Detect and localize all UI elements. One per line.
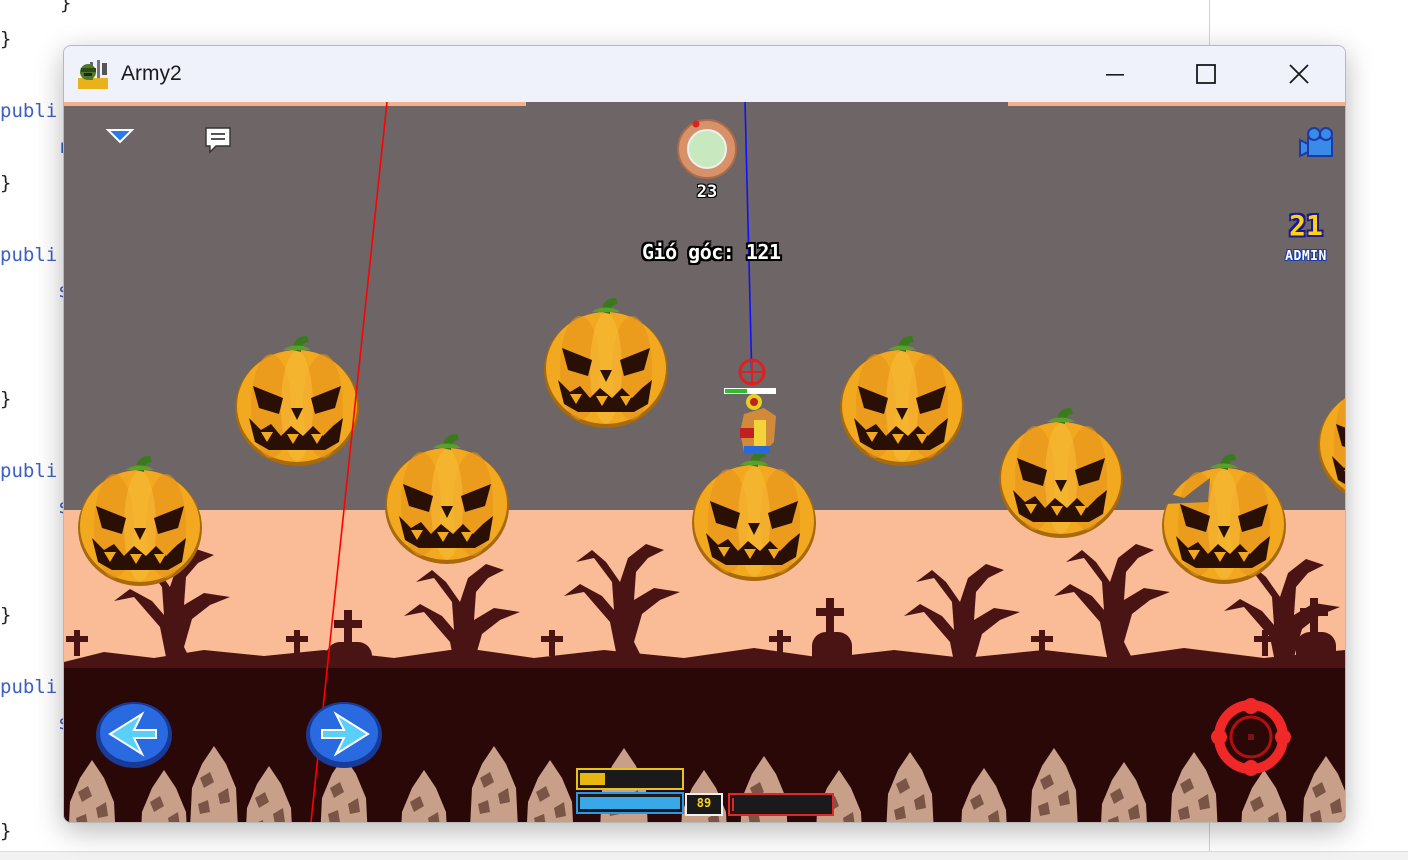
code-line: } [0,820,12,842]
code-line: publi [0,460,58,482]
minimize-button[interactable] [1068,46,1161,102]
minimize-icon [1105,74,1124,76]
code-line: } [0,604,12,626]
turn-timer: 23 [696,182,718,202]
maximize-button[interactable] [1159,46,1252,102]
code-line: publi [0,100,58,122]
move-left-button[interactable] [94,700,174,770]
top-strip [1008,102,1345,106]
code-line: publi [0,244,58,266]
player-name: ADMIN [1285,249,1327,264]
maximize-icon [1195,64,1216,84]
turn-timer-icon [677,119,737,179]
code-line: } [60,0,72,14]
wind-angle-label: Gió góc: 121 [642,240,781,264]
app-soldier-icon [78,60,108,89]
window-title: Army2 [121,62,182,85]
code-line: } [0,172,12,194]
health-bar [728,793,834,816]
close-button[interactable] [1252,46,1345,102]
code-line: publi [0,676,58,698]
fuel-value: 89 [696,796,712,810]
fire-button[interactable] [1206,696,1296,778]
game-canvas[interactable]: 23 Gió góc: 121 21 ADMIN 89 [64,102,1345,822]
game-window: Army2 23 Gió góc: 121 21 ADMIN 89 [63,45,1346,823]
chat-bubble-icon[interactable] [202,124,234,156]
top-strip [64,102,526,106]
close-icon [1288,64,1309,84]
code-line: } [0,28,12,50]
player-number: 21 [1289,209,1323,242]
game-scene [64,102,1345,822]
title-bar[interactable]: Army2 [64,46,1345,102]
power-bars [576,768,684,814]
move-right-button[interactable] [304,700,384,770]
camera-icon[interactable] [1298,126,1338,162]
code-line: } [0,388,12,410]
menu-dropdown-icon[interactable] [106,126,134,146]
